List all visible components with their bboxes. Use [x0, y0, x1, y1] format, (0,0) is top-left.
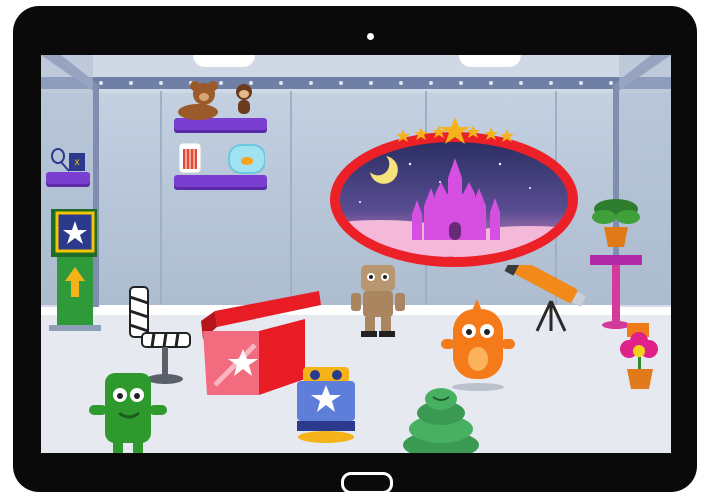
shelf-items[interactable]	[179, 141, 265, 177]
svg-text:x: x	[75, 157, 80, 168]
green-monster[interactable]	[89, 369, 173, 453]
castle-window[interactable]	[330, 132, 578, 267]
plant-stand[interactable]	[586, 197, 646, 332]
telescope[interactable]	[503, 265, 593, 335]
robot-character[interactable]	[347, 261, 409, 339]
racket-icon[interactable]: x	[49, 147, 89, 173]
shelf-left	[46, 172, 90, 184]
teddy-bear-toy[interactable]	[176, 80, 266, 120]
game-screen: x	[41, 55, 671, 453]
orange-monster[interactable]	[441, 299, 515, 391]
arcade-machine[interactable]	[49, 205, 101, 333]
green-blob-monster[interactable]	[401, 385, 481, 453]
castle-scene	[340, 156, 568, 257]
window-view	[340, 142, 568, 257]
flower-pot[interactable]	[613, 323, 669, 393]
home-button[interactable]	[341, 472, 393, 494]
camera-dot	[367, 33, 374, 40]
blue-robot[interactable]	[293, 367, 359, 447]
window-stars	[396, 117, 514, 144]
moon-icon	[370, 156, 398, 184]
